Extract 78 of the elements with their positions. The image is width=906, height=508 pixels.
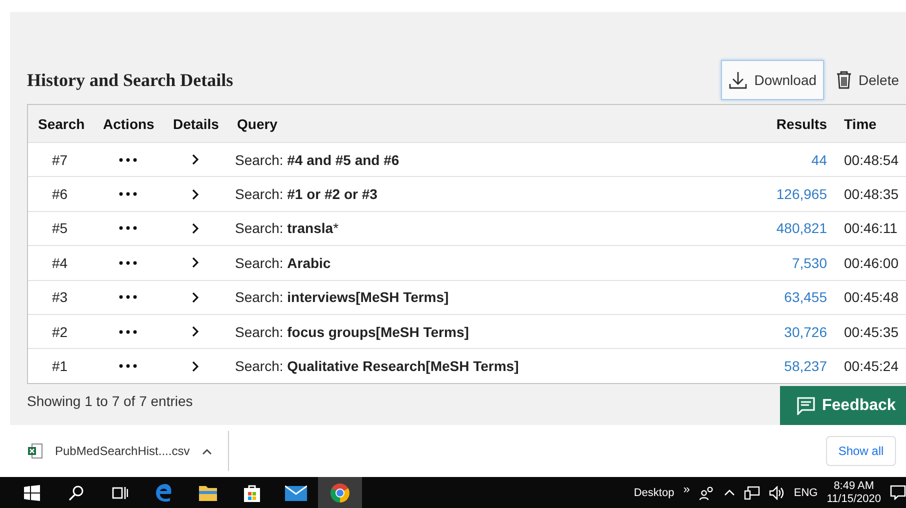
trash-icon xyxy=(834,70,853,90)
file-name[interactable]: PubMedSearchHist....csv xyxy=(55,444,190,458)
results-link[interactable]: 63,455 xyxy=(784,289,827,306)
table-cell: #4 xyxy=(52,254,68,271)
table-cell: #2 xyxy=(52,324,68,340)
results-link[interactable]: 30,726 xyxy=(784,324,827,340)
desktop-label[interactable]: Desktop xyxy=(634,486,674,498)
entries-count: Showing 1 to 7 of 7 entries xyxy=(27,393,193,409)
language-indicator[interactable]: ENG xyxy=(794,486,818,498)
notification-icon[interactable] xyxy=(890,485,906,500)
more-icon[interactable] xyxy=(119,226,137,230)
table-cell: 00:45:48 xyxy=(844,289,898,306)
more-icon[interactable] xyxy=(119,192,137,196)
browser-icon xyxy=(330,482,350,502)
chevron-right-icon[interactable] xyxy=(192,222,198,234)
table-cell: 00:45:24 xyxy=(844,358,898,374)
section-title: History and Search Details xyxy=(27,70,234,90)
query-text: Search: #4 and #5 and #6 xyxy=(235,152,400,168)
clock-date[interactable]: 11/15/2020 xyxy=(826,492,881,506)
chevron-right-icon[interactable] xyxy=(192,188,198,200)
more-icon[interactable] xyxy=(119,158,137,162)
results-link[interactable]: 7,530 xyxy=(792,254,827,271)
table-cell: 00:48:54 xyxy=(844,152,898,168)
table-cell: #7 xyxy=(52,152,68,168)
query-text: Search: focus groups[MeSH Terms] xyxy=(235,324,469,340)
chevron-right-icon[interactable] xyxy=(192,257,198,268)
feedback-button[interactable]: Feedback xyxy=(780,386,906,425)
results-link[interactable]: 58,237 xyxy=(784,358,827,374)
column-header: Actions xyxy=(102,116,156,132)
query-text: Search: #1 or #2 or #3 xyxy=(235,186,378,202)
results-link[interactable]: 126,965 xyxy=(776,186,827,202)
shopping-bag-icon xyxy=(243,482,261,502)
search-icon xyxy=(68,484,84,500)
query-text: Search: Arabic xyxy=(235,254,331,271)
spreadsheet-icon xyxy=(27,443,43,459)
results-link[interactable]: 44 xyxy=(811,152,827,168)
toolbar-overflow[interactable]: » xyxy=(683,482,690,496)
network-icon[interactable] xyxy=(744,486,760,500)
results-link[interactable]: 480,821 xyxy=(776,220,827,236)
show-all-button[interactable]: Show all xyxy=(826,436,896,466)
table-cell: #1 xyxy=(52,358,68,374)
column-header: Search xyxy=(37,116,86,132)
windows-icon xyxy=(24,484,40,500)
more-icon[interactable] xyxy=(119,364,137,368)
download-icon xyxy=(728,70,748,90)
download-button[interactable]: Download xyxy=(721,60,824,100)
table-cell: 00:46:00 xyxy=(844,254,898,271)
column-header: Results xyxy=(775,116,828,132)
people-icon[interactable] xyxy=(698,486,715,500)
query-text: Search: Qualitative Research[MeSH Terms] xyxy=(235,358,519,374)
column-header: Time xyxy=(843,116,878,132)
column-header: Query xyxy=(236,116,278,132)
taskbar-app[interactable] xyxy=(318,477,362,508)
task-view-icon xyxy=(112,484,128,500)
clock-time[interactable]: 8:49 AM xyxy=(834,480,874,492)
chevron-right-icon[interactable] xyxy=(192,154,198,166)
table-cell: #3 xyxy=(52,289,68,306)
table-cell: 00:46:11 xyxy=(844,220,898,236)
column-header: Details xyxy=(172,116,220,132)
mail-icon xyxy=(285,484,307,500)
more-icon[interactable] xyxy=(119,260,137,265)
table-cell: #5 xyxy=(52,220,68,236)
chevron-right-icon[interactable] xyxy=(192,360,198,372)
volume-icon[interactable] xyxy=(768,486,785,500)
browser-e-icon xyxy=(154,482,174,502)
table-cell: 00:48:35 xyxy=(844,186,898,202)
query-text: Search: interviews[MeSH Terms] xyxy=(235,289,449,306)
folder-icon xyxy=(198,484,218,502)
chevron-right-icon[interactable] xyxy=(192,326,198,338)
chevron-up-icon[interactable] xyxy=(202,448,212,454)
chevron-right-icon[interactable] xyxy=(192,292,198,303)
table-cell: #6 xyxy=(52,186,68,202)
chat-icon xyxy=(796,396,816,414)
table-cell: 00:45:35 xyxy=(844,324,898,340)
more-icon[interactable] xyxy=(119,330,137,334)
more-icon[interactable] xyxy=(119,295,137,300)
delete-button[interactable]: Delete xyxy=(828,60,906,100)
query-text: Search: transla* xyxy=(235,220,339,236)
